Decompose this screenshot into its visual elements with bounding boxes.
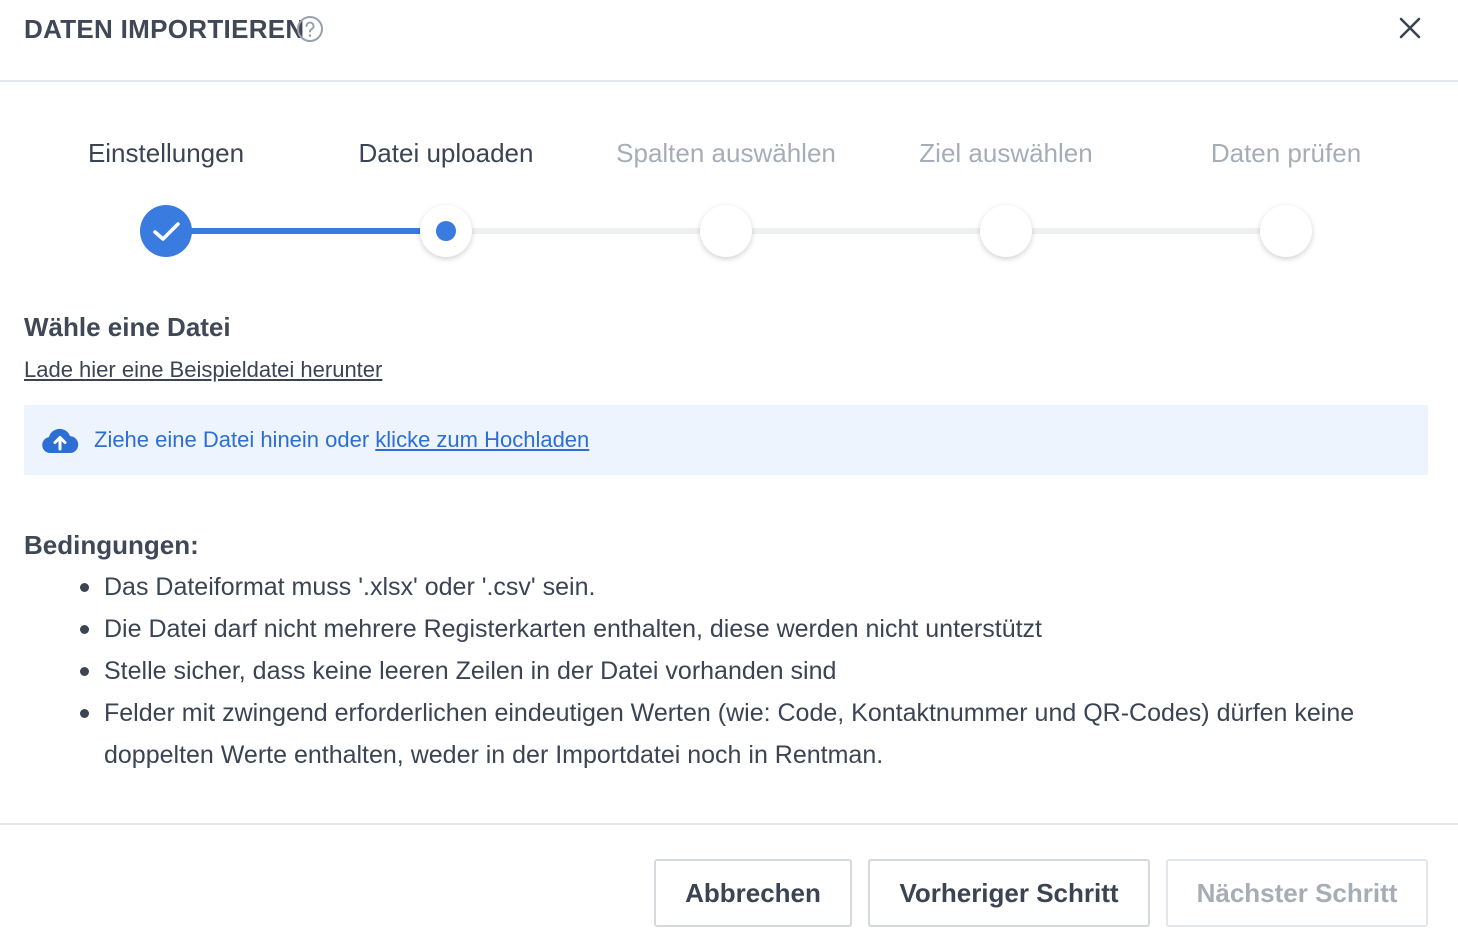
- condition-item: Die Datei darf nicht mehrere Registerkar…: [80, 608, 1440, 650]
- check-icon: [153, 222, 180, 241]
- previous-step-button[interactable]: Vorheriger Schritt: [868, 859, 1150, 927]
- step-connector-2: [446, 228, 726, 234]
- choose-file-heading: Wähle eine Datei: [24, 312, 231, 342]
- condition-item: Felder mit zwingend erforderlichen einde…: [80, 692, 1440, 776]
- step-connector-4: [1006, 228, 1286, 234]
- step-node-datei-uploaden[interactable]: [420, 205, 472, 257]
- step-node-daten-pruefen: [1260, 205, 1312, 257]
- conditions-heading: Bedingungen:: [24, 530, 199, 560]
- cloud-upload-icon: [42, 428, 79, 453]
- step-connector-3: [726, 228, 1006, 234]
- condition-item: Das Dateiformat muss '.xlsx' oder '.csv'…: [80, 566, 1440, 608]
- condition-item: Stelle sicher, dass keine leeren Zeilen …: [80, 650, 1440, 692]
- dialog-title: DATEN IMPORTIEREN: [24, 14, 305, 44]
- conditions-list: Das Dateiformat muss '.xlsx' oder '.csv'…: [80, 566, 1440, 776]
- dialog-footer: Abbrechen Vorheriger Schritt Nächster Sc…: [0, 823, 1458, 942]
- step-connector-1: [166, 228, 446, 234]
- dialog-header: DATEN IMPORTIEREN: [0, 0, 1458, 82]
- next-step-button[interactable]: Nächster Schritt: [1166, 859, 1428, 927]
- dropzone-text: Ziehe eine Datei hinein oder klicke zum …: [94, 425, 589, 455]
- step-label-spalten-auswaehlen: Spalten auswählen: [616, 138, 836, 168]
- close-icon[interactable]: [1394, 12, 1426, 44]
- step-label-ziel-auswaehlen: Ziel auswählen: [919, 138, 1093, 168]
- cancel-button[interactable]: Abbrechen: [654, 859, 852, 927]
- active-step-dot: [436, 221, 456, 241]
- step-node-spalten-auswaehlen: [700, 205, 752, 257]
- dropzone-instruction: Ziehe eine Datei hinein oder: [94, 427, 376, 452]
- click-to-upload-link[interactable]: klicke zum Hochladen: [375, 427, 589, 452]
- step-label-einstellungen: Einstellungen: [87, 138, 245, 168]
- step-label-daten-pruefen: Daten prüfen: [1210, 138, 1362, 168]
- file-dropzone[interactable]: Ziehe eine Datei hinein oder klicke zum …: [24, 405, 1428, 475]
- help-circle-icon[interactable]: [296, 15, 324, 43]
- step-node-einstellungen[interactable]: [140, 205, 192, 257]
- sample-file-download-link[interactable]: Lade hier eine Beispieldatei herunter: [24, 356, 382, 384]
- step-node-ziel-auswaehlen: [980, 205, 1032, 257]
- step-label-datei-uploaden: Datei uploaden: [358, 138, 534, 168]
